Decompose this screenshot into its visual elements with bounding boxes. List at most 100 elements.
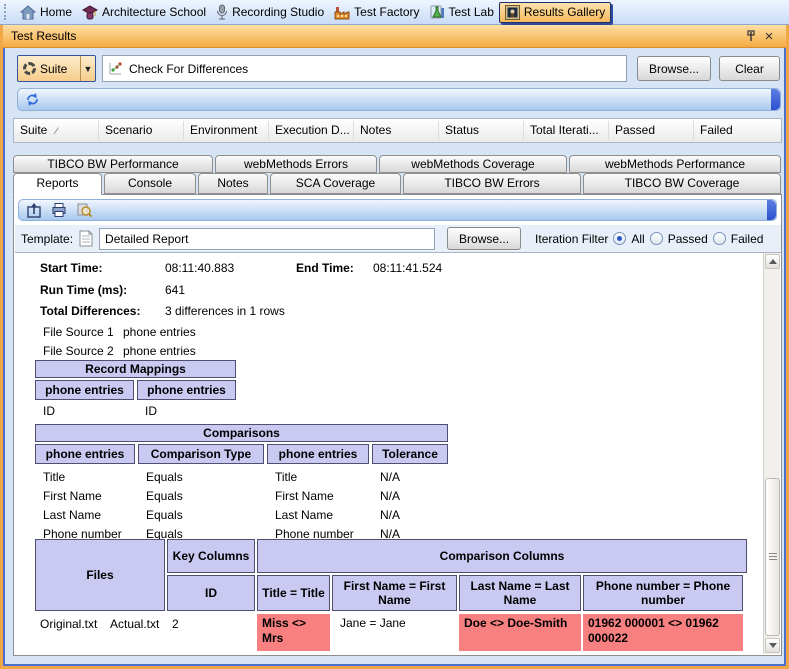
column-header-notes[interactable]: Notes	[354, 121, 439, 140]
tab-row-back: TIBCO BW Performance webMethods Errors w…	[13, 155, 781, 173]
nav-results-gallery[interactable]: Results Gallery	[498, 1, 612, 23]
tab-webmethods-errors[interactable]: webMethods Errors	[215, 155, 377, 173]
record-mappings-table: Record Mappings phone entries phone entr…	[35, 360, 236, 418]
tab-row-front: Reports Console Notes SCA Coverage TIBCO…	[13, 173, 781, 195]
column-header-passed[interactable]: Passed	[609, 121, 694, 140]
comparisons-col3: phone entries	[267, 444, 369, 464]
record-mapping-cell: ID	[43, 404, 55, 418]
file-source-2-label: File Source 2	[43, 344, 114, 358]
nav-label: Test Factory	[354, 5, 420, 19]
tab-console[interactable]: Console	[104, 173, 196, 194]
comparisons-title: Comparisons	[35, 424, 448, 442]
suite-path-field[interactable]: Check For Differences	[102, 55, 627, 82]
start-time-label: Start Time:	[40, 261, 103, 275]
comparison-row: Last Name Equals Last Name N/A	[43, 508, 401, 522]
close-icon[interactable]: ×	[760, 28, 778, 45]
run-time-value: 641	[165, 283, 186, 297]
tab-webmethods-coverage[interactable]: webMethods Coverage	[379, 155, 567, 173]
template-bar: Template: Detailed Report Browse... Iter…	[15, 225, 781, 253]
vertical-scrollbar[interactable]	[763, 253, 780, 654]
toolbar-grip	[4, 4, 9, 20]
column-header-suite[interactable]: Suite	[14, 121, 99, 140]
end-time-label: End Time:	[296, 261, 354, 275]
window-titlebar: Test Results ×	[3, 25, 786, 48]
equal-cell-first-name: Jane = Jane	[340, 616, 406, 630]
reports-panel: Template: Detailed Report Browse... Iter…	[13, 194, 782, 656]
tab-tibco-bw-performance[interactable]: TIBCO BW Performance	[13, 155, 213, 173]
scroll-up-icon[interactable]	[765, 254, 780, 269]
template-browse-button[interactable]: Browse...	[447, 227, 522, 250]
column-header-total-iterations[interactable]: Total Iterati...	[524, 121, 609, 140]
comparisons-table: Comparisons phone entries Comparison Typ…	[35, 424, 448, 546]
key-column-id: ID	[167, 575, 255, 611]
nav-test-lab[interactable]: Test Lab	[425, 2, 499, 22]
radio-all-label: All	[631, 231, 645, 246]
diff-cell-phone: 01962 000001 <> 01962 000022	[583, 614, 743, 651]
results-grid-header: Suite Scenario Environment Execution D..…	[13, 118, 782, 143]
clear-button[interactable]: Clear	[719, 56, 780, 81]
record-mappings-col1: phone entries	[35, 380, 134, 400]
nav-label: Recording Studio	[232, 5, 325, 19]
radio-passed[interactable]	[649, 232, 663, 245]
refresh-toolbar	[17, 88, 781, 111]
template-label: Template:	[21, 231, 74, 246]
export-icon[interactable]	[26, 202, 42, 218]
tab-sca-coverage[interactable]: SCA Coverage	[270, 173, 401, 194]
nav-recording-studio[interactable]: Recording Studio	[211, 2, 329, 22]
total-differences-value: 3 differences in 1 rows	[165, 304, 285, 318]
tab-tibco-bw-errors[interactable]: TIBCO BW Errors	[403, 173, 581, 194]
print-preview-icon[interactable]	[76, 202, 93, 218]
column-header-failed[interactable]: Failed	[694, 121, 779, 140]
radio-failed[interactable]	[712, 232, 726, 245]
column-header-environment[interactable]: Environment	[184, 121, 269, 140]
nav-label: Test Lab	[448, 5, 494, 19]
nav-architecture-school[interactable]: Architecture School	[77, 3, 211, 22]
start-time-value: 08:11:40.883	[165, 261, 235, 275]
report-content: Start Time: 08:11:40.883 End Time: 08:11…	[15, 253, 764, 655]
suite-dropdown-button[interactable]: Suite ▼	[17, 55, 96, 82]
browse-button-label: Browse...	[648, 61, 699, 76]
template-doc-icon[interactable]	[79, 230, 93, 247]
comparison-header-title: Title = Title	[257, 575, 330, 611]
scrollbar-thumb[interactable]	[765, 478, 780, 636]
radio-failed-label: Failed	[730, 231, 764, 246]
scroll-down-icon[interactable]	[765, 638, 780, 653]
template-input[interactable]: Detailed Report	[99, 227, 436, 250]
tab-tibco-bw-coverage[interactable]: TIBCO BW Coverage	[583, 173, 781, 194]
flask-icon	[430, 4, 445, 20]
chevron-down-icon: ▼	[83, 63, 93, 74]
sort-indicator-icon	[48, 123, 60, 135]
comparison-header-last-name: Last Name = Last Name	[459, 575, 581, 611]
iteration-filter-group: Iteration Filter All Passed Failed	[535, 232, 763, 246]
screen: Home Architecture School Recording Studi…	[0, 0, 789, 669]
home-icon	[20, 4, 36, 20]
file1-value: Original.txt	[40, 617, 98, 631]
column-header-scenario[interactable]: Scenario	[99, 121, 184, 140]
radio-passed-label: Passed	[667, 231, 708, 246]
diff-cell-title: Miss <> Mrs	[257, 614, 330, 651]
comparison-header-first-name: First Name = First Name	[332, 575, 457, 611]
pin-icon[interactable]	[742, 28, 760, 44]
column-header-execution-date[interactable]: Execution D...	[269, 121, 354, 140]
browse-button[interactable]: Browse...	[637, 56, 711, 81]
print-icon[interactable]	[51, 202, 67, 218]
nav-home[interactable]: Home	[15, 3, 77, 22]
microphone-icon	[216, 4, 228, 20]
tab-notes[interactable]: Notes	[198, 173, 268, 194]
file2-value: Actual.txt	[110, 617, 160, 631]
diff-cell-last-name: Doe <> Doe-Smith	[459, 614, 581, 651]
window-client-area: Suite ▼ Check For Differences Browse... …	[3, 48, 786, 666]
comparison-columns-header: Comparison Columns	[257, 539, 747, 573]
factory-icon	[334, 5, 350, 20]
column-header-status[interactable]: Status	[439, 121, 524, 140]
comparison-header-phone: Phone number = Phone number	[583, 575, 743, 611]
check-differences-icon	[108, 61, 123, 76]
tab-webmethods-performance[interactable]: webMethods Performance	[569, 155, 781, 173]
refresh-icon[interactable]	[25, 92, 40, 107]
file-source-2-value: phone entries	[123, 344, 196, 358]
tab-reports[interactable]: Reports	[13, 173, 102, 195]
nav-test-factory[interactable]: Test Factory	[329, 3, 424, 22]
comparisons-col1: phone entries	[35, 444, 135, 464]
end-time-value: 08:11:41.524	[373, 261, 443, 275]
radio-all[interactable]	[613, 232, 627, 245]
